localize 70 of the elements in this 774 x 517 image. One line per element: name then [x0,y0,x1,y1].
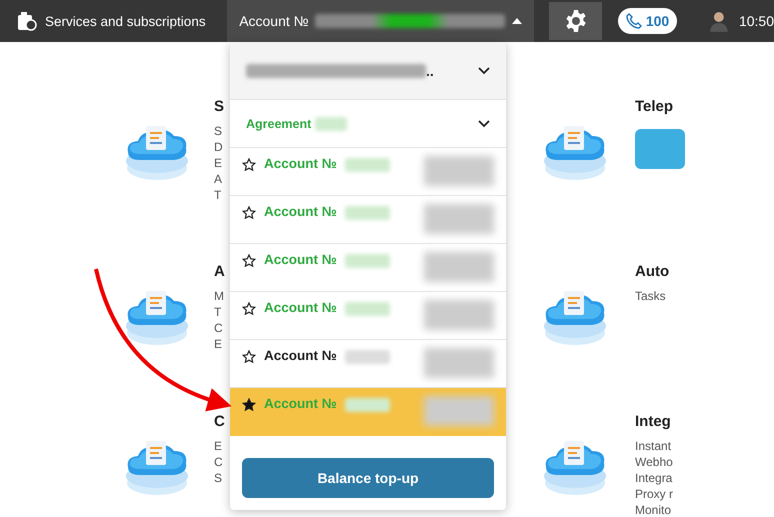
service-line: S [214,470,224,486]
star-icon[interactable] [242,254,256,268]
call-counter[interactable]: 100 [618,8,678,34]
balance-topup-button[interactable]: Balance top-up [242,458,494,498]
redaction-blur [344,398,390,412]
redaction-blur [424,204,494,234]
service-heading: Telep [635,98,674,115]
service-line: A [214,171,224,187]
page-title: Services and subscriptions [45,14,206,28]
service-heading: Auto [635,263,670,280]
agreement-label: Agreement [246,116,312,130]
account-item[interactable]: Account № [230,388,506,436]
wallet-icon [17,11,37,31]
account-item[interactable]: Account № [230,148,506,196]
avatar-icon [709,10,729,32]
account-name: Account № [264,252,337,267]
service-heading: A [214,263,225,280]
account-item[interactable]: Account № [230,196,506,244]
redaction-blur [424,396,494,426]
redaction-blur [344,302,390,316]
service-line: E [214,336,224,352]
chevron-icon[interactable] [478,120,490,128]
star-icon[interactable] [242,350,256,364]
account-name: Account № [264,348,337,363]
service-heading: S [214,98,224,115]
caret-icon [512,18,522,24]
service-line: Webho [635,454,674,470]
star-icon[interactable] [242,158,256,172]
account-selector[interactable]: Account № [227,0,534,42]
redaction-blur [315,116,348,130]
redaction-blur [424,300,494,330]
service-line: E [214,155,224,171]
account-item[interactable]: Account № [230,244,506,292]
service-line: Tasks [635,288,667,304]
account-item[interactable]: Account № [230,292,506,340]
service-line: C [214,454,224,470]
redaction-blur [344,206,390,220]
service-line: T [214,187,222,203]
redaction-blur [344,254,390,268]
redaction-blur [344,158,390,172]
redaction-blur [424,156,494,186]
settings-button[interactable] [549,2,602,40]
service-line: M [214,288,225,304]
account-item[interactable]: Account № [230,340,506,388]
service-line: Integra [635,470,674,486]
star-icon[interactable] [242,398,256,412]
service-line: Proxy r [635,486,674,502]
chevron-icon[interactable] [478,66,490,74]
account-name: Account № [264,396,337,411]
phone-icon [626,13,642,29]
star-icon[interactable] [242,302,256,316]
service-line: D [214,139,224,155]
service-line: Monito [635,502,672,517]
redaction-blur [424,252,494,282]
service-line: S [214,123,224,139]
service-line: E [214,438,224,454]
service-heading: C [214,413,225,430]
redaction-blur [344,350,390,364]
clock-time: 10:50 [738,13,774,29]
service-heading: Integ [635,413,672,430]
settings-icon [564,9,588,33]
redaction-blur [424,348,494,378]
company-name: .. [426,62,434,78]
star-icon[interactable] [242,206,256,220]
account-name: Account № [264,300,337,315]
service-line: T [214,304,222,320]
account-name: Account № [264,156,337,171]
service-line: C [214,320,224,336]
account-name: Account № [264,204,337,219]
service-line: Instant [635,438,672,454]
